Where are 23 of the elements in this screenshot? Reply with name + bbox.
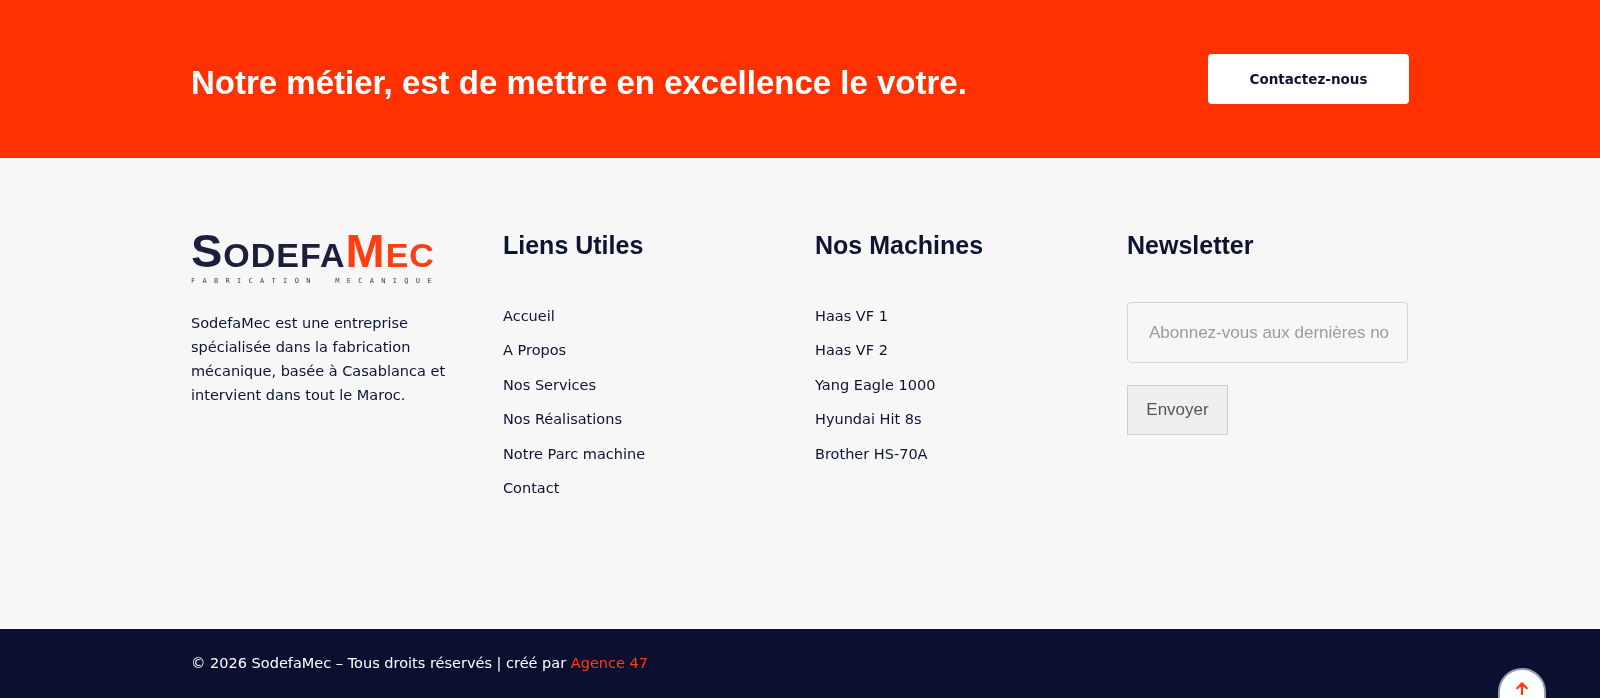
- scroll-to-top-button[interactable]: [1498, 668, 1546, 698]
- company-description: SodefaMec est une entreprise spécialisée dans la fabrication mécanique, basée à Casablanca et intervient dans tout le Maroc.: [191, 314, 447, 405]
- footer-link[interactable]: Contact: [503, 477, 560, 498]
- footer-link[interactable]: Hyundai Hit 8s: [815, 409, 922, 430]
- column-heading: Liens Utiles: [503, 230, 645, 260]
- copyright-text: © 2026 SodefaMec – Tous droits réservés | créé par Agence 47: [191, 655, 648, 671]
- cta-heading: Notre métier, est de mettre en excellence le votre.: [191, 63, 967, 103]
- contact-button[interactable]: Contactez-nous: [1208, 54, 1409, 104]
- footer-link[interactable]: Haas VF 1: [815, 306, 888, 326]
- footer-link[interactable]: Nos Réalisations: [503, 409, 622, 430]
- newsletter-email-field[interactable]: Abonnez-vous aux dernières no: [1127, 302, 1408, 363]
- column-heading: Newsletter: [1127, 230, 1255, 260]
- column-heading: Nos Machines: [815, 230, 985, 260]
- send-button[interactable]: Envoyer: [1127, 385, 1228, 435]
- footer-link[interactable]: Nos Services: [503, 374, 597, 395]
- arrow-up-icon: [1516, 682, 1528, 695]
- agency-link[interactable]: Agence 47: [570, 655, 648, 671]
- footer-link[interactable]: Haas VF 2: [815, 340, 888, 361]
- footer-link[interactable]: Yang Eagle 1000: [815, 374, 936, 395]
- footer-link[interactable]: Brother HS-70A: [815, 443, 928, 464]
- footer-link[interactable]: A Propos: [503, 340, 567, 361]
- footer-link[interactable]: Notre Parc machine: [503, 443, 646, 464]
- footer-link[interactable]: Accueil: [503, 306, 555, 326]
